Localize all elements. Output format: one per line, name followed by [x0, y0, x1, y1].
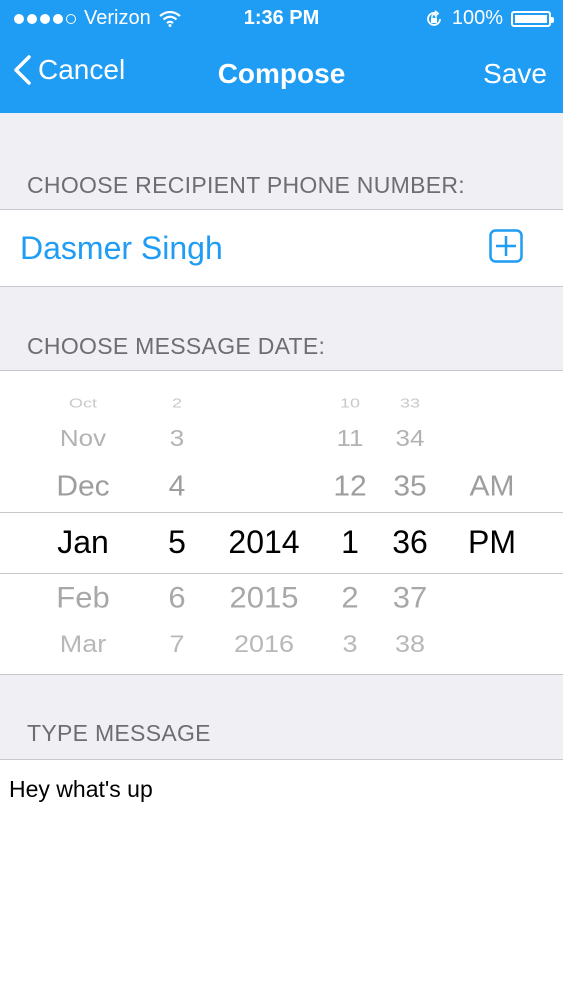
picker-minute-option[interactable]: 35 [380, 471, 440, 504]
top-bar: Verizon 1:36 PM 100% Cancel Compose Save [0, 0, 563, 113]
picker-minute-option[interactable]: 38 [380, 631, 440, 658]
picker-ampm-option[interactable]: AM [456, 471, 528, 504]
recipient-name: Dasmer Singh [20, 230, 223, 266]
picker-year-option[interactable]: 2016 [214, 631, 314, 658]
picker-year-selected[interactable]: 2014 [214, 524, 314, 561]
picker-hour-option[interactable]: 10 [320, 396, 380, 411]
picker-day-option[interactable]: 7 [150, 631, 204, 658]
picker-minute-selected[interactable]: 36 [380, 524, 440, 561]
page-title: Compose [217, 58, 346, 89]
picker-day-option[interactable]: 2 [150, 396, 204, 411]
picker-hour-option[interactable]: 11 [320, 425, 380, 452]
save-button[interactable]: Save [483, 58, 547, 90]
message-section-header: TYPE MESSAGE [27, 720, 211, 746]
message-input[interactable]: Hey what's up [0, 760, 563, 1000]
picker-hour-selected[interactable]: 1 [320, 524, 380, 561]
picker-day-selected[interactable]: 5 [150, 524, 204, 561]
navigation-bar: Cancel Compose Save [0, 36, 563, 113]
picker-day-option[interactable]: 4 [150, 471, 204, 504]
recipient-section-header: CHOOSE RECIPIENT PHONE NUMBER: [27, 172, 465, 198]
picker-day-option[interactable]: 3 [150, 425, 204, 452]
picker-hour-option[interactable]: 2 [320, 581, 380, 616]
picker-month-option[interactable]: Nov [36, 425, 130, 452]
picker-minute-option[interactable]: 34 [380, 425, 440, 452]
picker-year-option[interactable]: 2015 [214, 581, 314, 616]
battery-icon [511, 10, 554, 27]
status-bar: Verizon 1:36 PM 100% [0, 0, 563, 36]
date-time-picker[interactable]: Oct Nov Dec Jan Feb Mar 2 3 4 5 6 7 2014 2015 2016 10 11… [0, 371, 563, 674]
picker-month-selected[interactable]: Jan [36, 524, 130, 561]
battery-percent: 100% [451, 7, 503, 29]
picker-month-option[interactable]: Mar [36, 631, 130, 658]
picker-hour-option[interactable]: 3 [320, 631, 380, 658]
picker-minute-option[interactable]: 37 [380, 581, 440, 616]
picker-day-option[interactable]: 6 [150, 581, 204, 616]
recipient-row[interactable]: Dasmer Singh [0, 210, 563, 286]
picker-month-option[interactable]: Oct [36, 396, 130, 411]
date-section-header: CHOOSE MESSAGE DATE: [27, 333, 326, 359]
message-text: Hey what's up [9, 776, 153, 802]
picker-month-option[interactable]: Dec [36, 471, 130, 504]
picker-minute-option[interactable]: 33 [380, 396, 440, 411]
add-recipient-icon[interactable] [489, 229, 523, 263]
picker-hour-option[interactable]: 12 [320, 471, 380, 504]
orientation-lock-icon [426, 9, 441, 26]
picker-ampm-selected[interactable]: PM [456, 524, 528, 561]
picker-month-option[interactable]: Feb [36, 581, 130, 616]
